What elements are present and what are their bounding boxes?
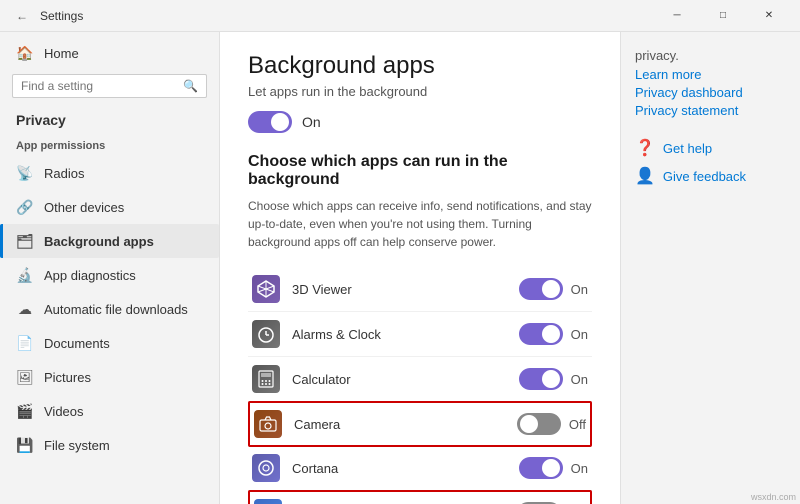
pictures-icon: 🖼 bbox=[16, 368, 34, 386]
app-toggle-area-camera: Off bbox=[517, 413, 586, 435]
videos-label: Videos bbox=[44, 404, 84, 419]
other-devices-icon: 🔗 bbox=[16, 198, 34, 216]
sidebar-item-documents[interactable]: 📄 Documents bbox=[0, 326, 219, 360]
app-name-alarms: Alarms & Clock bbox=[292, 327, 507, 342]
get-help-item[interactable]: ❓ Get help bbox=[635, 138, 786, 158]
documents-label: Documents bbox=[44, 336, 110, 351]
window-controls: ─ □ ✕ bbox=[654, 0, 792, 32]
app-toggle-label-camera: Off bbox=[569, 417, 586, 432]
home-icon: 🏠 bbox=[16, 44, 34, 62]
app-toggle-label-alarms: On bbox=[571, 327, 588, 342]
app-toggle-3dviewer[interactable] bbox=[519, 278, 563, 300]
background-apps-label: Background apps bbox=[44, 234, 154, 249]
sidebar-item-radios[interactable]: 📡 Radios bbox=[0, 156, 219, 190]
app-name-camera: Camera bbox=[294, 417, 505, 432]
back-button[interactable]: ← bbox=[8, 2, 36, 30]
app-toggle-area-calculator: On bbox=[519, 368, 588, 390]
videos-icon: 🎬 bbox=[16, 402, 34, 420]
titlebar: ← Settings ─ □ ✕ bbox=[0, 0, 800, 32]
app-name-3dviewer: 3D Viewer bbox=[292, 282, 507, 297]
app-name-calculator: Calculator bbox=[292, 372, 507, 387]
app-toggle-cortana[interactable] bbox=[519, 457, 563, 479]
section-desc: Choose which apps can receive info, send… bbox=[248, 197, 592, 251]
app-toggle-alarms[interactable] bbox=[519, 323, 563, 345]
app-icon-3dviewer bbox=[252, 275, 280, 303]
app-toggle-label-cortana: On bbox=[571, 461, 588, 476]
app-body: 🏠 Home 🔍 Privacy App permissions 📡 Radio… bbox=[0, 32, 800, 504]
sidebar: 🏠 Home 🔍 Privacy App permissions 📡 Radio… bbox=[0, 32, 220, 504]
right-panel: privacy. Learn more Privacy dashboard Pr… bbox=[620, 32, 800, 504]
page-title: Background apps bbox=[248, 52, 592, 80]
get-help-link[interactable]: Get help bbox=[663, 141, 712, 156]
app-icon-camera bbox=[254, 410, 282, 438]
titlebar-title: Settings bbox=[40, 9, 654, 23]
file-system-label: File system bbox=[44, 438, 110, 453]
other-devices-label: Other devices bbox=[44, 200, 124, 215]
page-subtitle: Let apps run in the background bbox=[248, 84, 592, 99]
app-row-camera: Camera Off bbox=[248, 401, 592, 447]
close-button[interactable]: ✕ bbox=[746, 0, 792, 32]
app-icon-feedbackhub bbox=[254, 499, 282, 504]
app-icon-alarms bbox=[252, 320, 280, 348]
get-help-icon: ❓ bbox=[635, 138, 655, 158]
sidebar-item-background-apps[interactable]: 🗂 Background apps bbox=[0, 224, 219, 258]
app-diagnostics-label: App diagnostics bbox=[44, 268, 136, 283]
app-toggle-label-3dviewer: On bbox=[571, 282, 588, 297]
app-row-calculator: Calculator On bbox=[248, 357, 592, 402]
privacy-label: Privacy bbox=[0, 106, 219, 132]
search-input[interactable] bbox=[21, 79, 177, 93]
radios-label: Radios bbox=[44, 166, 84, 181]
app-row-3dviewer: 3D Viewer On bbox=[248, 267, 592, 312]
app-toggle-area-3dviewer: On bbox=[519, 278, 588, 300]
sidebar-item-videos[interactable]: 🎬 Videos bbox=[0, 394, 219, 428]
watermark: wsxdn.com bbox=[751, 492, 796, 502]
toggle-thumb bbox=[271, 113, 289, 131]
search-box[interactable]: 🔍 bbox=[12, 74, 207, 98]
pictures-label: Pictures bbox=[44, 370, 91, 385]
section-title: Choose which apps can run in the backgro… bbox=[248, 153, 592, 189]
search-icon: 🔍 bbox=[183, 79, 198, 93]
give-feedback-link[interactable]: Give feedback bbox=[663, 169, 746, 184]
sidebar-item-file-system[interactable]: 💾 File system bbox=[0, 428, 219, 462]
sidebar-item-other-devices[interactable]: 🔗 Other devices bbox=[0, 190, 219, 224]
privacy-statement-link[interactable]: Privacy statement bbox=[635, 103, 786, 118]
app-toggle-area-cortana: On bbox=[519, 457, 588, 479]
app-row-cortana: Cortana On bbox=[248, 446, 592, 491]
give-feedback-item[interactable]: 👤 Give feedback bbox=[635, 166, 786, 186]
learn-more-link[interactable]: Learn more bbox=[635, 67, 786, 82]
automatic-file-icon: ☁ bbox=[16, 300, 34, 318]
main-content: Background apps Let apps run in the back… bbox=[220, 32, 620, 504]
main-toggle[interactable] bbox=[248, 111, 292, 133]
app-toggle-label-calculator: On bbox=[571, 372, 588, 387]
background-apps-icon: 🗂 bbox=[16, 232, 34, 250]
automatic-file-label: Automatic file downloads bbox=[44, 302, 188, 317]
help-section: ❓ Get help 👤 Give feedback bbox=[635, 138, 786, 186]
privacy-text: privacy. bbox=[635, 48, 786, 63]
sidebar-item-home[interactable]: 🏠 Home bbox=[0, 36, 219, 70]
radios-icon: 📡 bbox=[16, 164, 34, 182]
maximize-button[interactable]: □ bbox=[700, 0, 746, 32]
give-feedback-icon: 👤 bbox=[635, 166, 655, 186]
app-toggle-area-alarms: On bbox=[519, 323, 588, 345]
app-row-alarms: Alarms & Clock On bbox=[248, 312, 592, 357]
file-system-icon: 💾 bbox=[16, 436, 34, 454]
app-permissions-label: App permissions bbox=[0, 132, 219, 156]
privacy-dashboard-link[interactable]: Privacy dashboard bbox=[635, 85, 786, 100]
app-row-feedbackhub: Feedback Hub Off bbox=[248, 490, 592, 504]
sidebar-item-app-diagnostics[interactable]: 🔬 App diagnostics bbox=[0, 258, 219, 292]
app-diagnostics-icon: 🔬 bbox=[16, 266, 34, 284]
app-icon-calculator bbox=[252, 365, 280, 393]
documents-icon: 📄 bbox=[16, 334, 34, 352]
app-toggle-calculator[interactable] bbox=[519, 368, 563, 390]
app-icon-cortana bbox=[252, 454, 280, 482]
app-name-cortana: Cortana bbox=[292, 461, 507, 476]
minimize-button[interactable]: ─ bbox=[654, 0, 700, 32]
home-label: Home bbox=[44, 46, 79, 61]
main-toggle-label: On bbox=[302, 114, 321, 130]
sidebar-item-automatic-file[interactable]: ☁ Automatic file downloads bbox=[0, 292, 219, 326]
main-toggle-row: On bbox=[248, 111, 592, 133]
sidebar-item-pictures[interactable]: 🖼 Pictures bbox=[0, 360, 219, 394]
app-toggle-camera[interactable] bbox=[517, 413, 561, 435]
